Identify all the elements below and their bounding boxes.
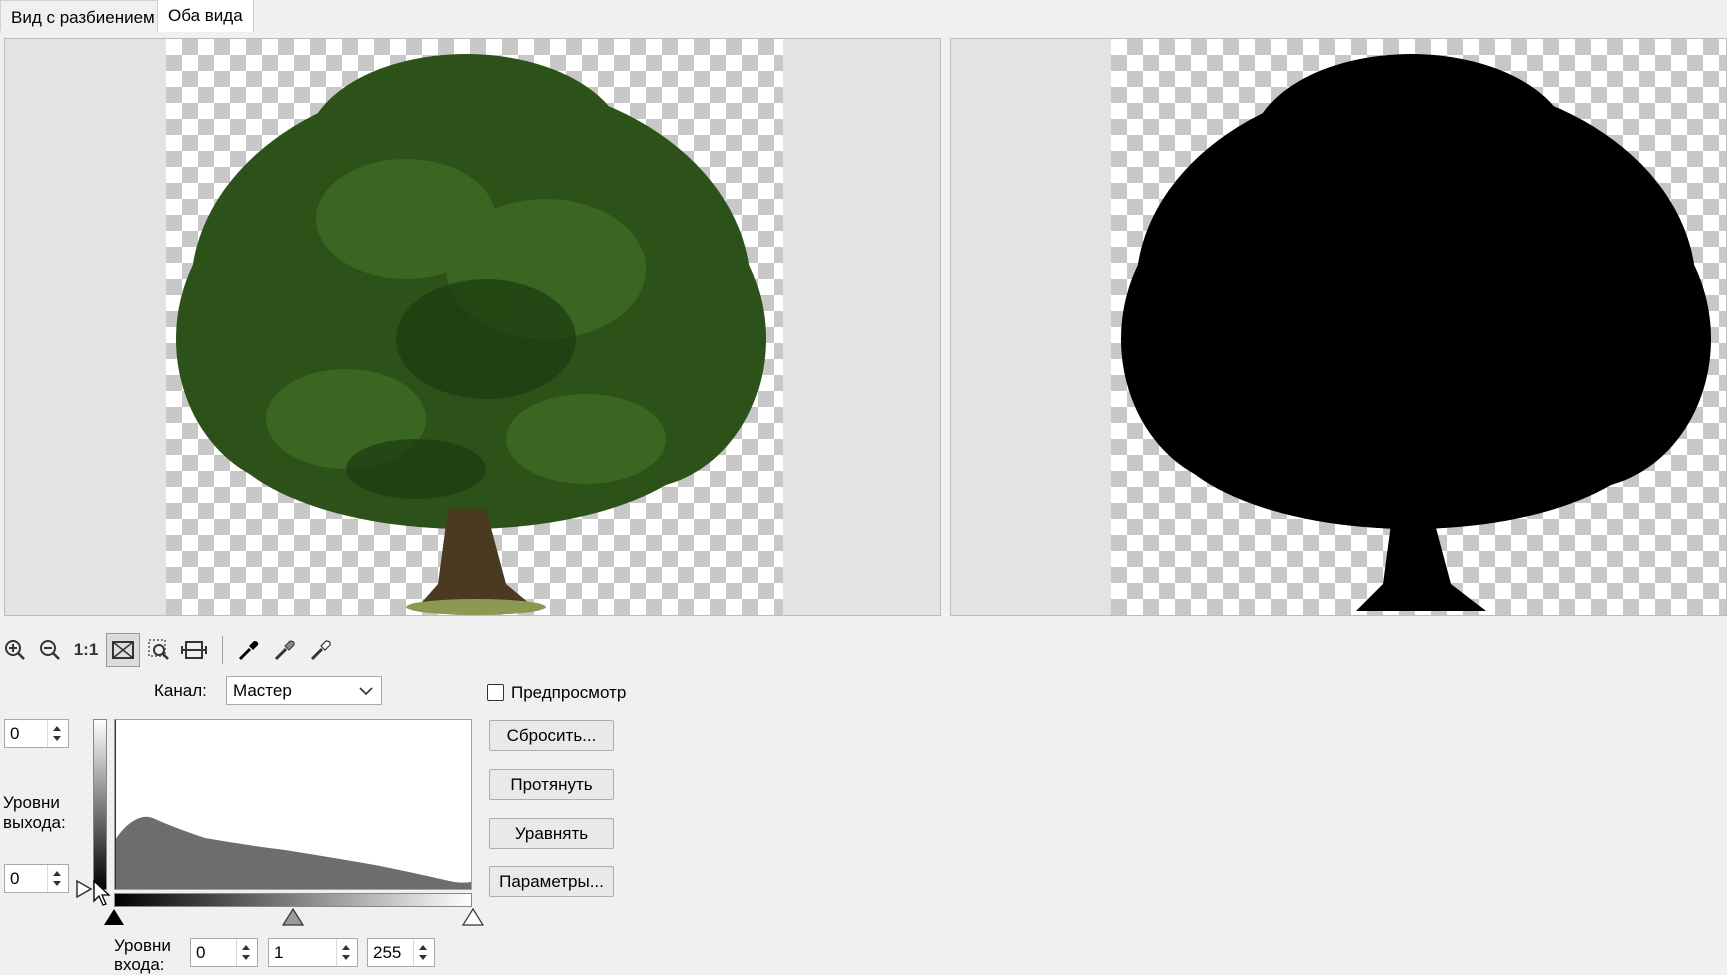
tab-both-views[interactable]: Оба вида: [157, 0, 254, 32]
params-button[interactable]: Параметры...: [489, 866, 614, 897]
input-levels-label-line1: Уровни: [114, 936, 171, 955]
spin-up-icon[interactable]: [242, 945, 250, 950]
input-levels-label-line2: входа:: [114, 955, 165, 974]
preview-label: Предпросмотр: [511, 683, 627, 702]
zoom-region-icon[interactable]: [144, 632, 174, 668]
input-gamma-value: 1: [274, 943, 284, 962]
output-levels-label-line1: Уровни: [3, 793, 60, 812]
channel-value: Мастер: [233, 681, 292, 700]
spin-down-icon[interactable]: [53, 736, 61, 741]
output-max-value: 0: [10, 724, 20, 743]
channel-label: Канал:: [154, 681, 207, 700]
tree-image: [176, 54, 766, 615]
stretch-button[interactable]: Протянуть: [489, 769, 614, 800]
input-black-slider[interactable]: [103, 908, 125, 926]
equalize-button[interactable]: Уравнять: [489, 818, 614, 849]
spin-down-icon[interactable]: [419, 955, 427, 960]
actual-size-icon[interactable]: 1:1: [71, 632, 101, 668]
input-white-slider[interactable]: [462, 908, 484, 926]
spin-up-icon[interactable]: [53, 871, 61, 876]
spin-down-icon[interactable]: [53, 881, 61, 886]
input-gamma-slider[interactable]: [282, 908, 304, 926]
spin-up-icon[interactable]: [53, 726, 61, 731]
channel-select[interactable]: Мастер: [226, 676, 382, 705]
toolbar-separator: [222, 636, 223, 664]
spin-down-icon[interactable]: [242, 955, 250, 960]
input-black-spinner[interactable]: 0: [190, 938, 258, 967]
reset-button[interactable]: Сбросить...: [489, 720, 614, 751]
input-white-spinner[interactable]: 255: [367, 938, 435, 967]
input-gamma-spinner[interactable]: 1: [268, 938, 358, 967]
spin-up-icon[interactable]: [419, 945, 427, 950]
mask-view-pane[interactable]: [950, 38, 1727, 616]
mouse-cursor-icon: [93, 880, 111, 906]
zoom-in-icon[interactable]: [0, 632, 30, 668]
tree-silhouette: [1121, 54, 1711, 611]
histogram-chart: [115, 720, 471, 889]
output-slider-handle[interactable]: [75, 879, 93, 899]
histogram: [114, 719, 472, 890]
spin-up-icon[interactable]: [342, 945, 350, 950]
white-eyedropper-icon[interactable]: [306, 632, 336, 668]
tab-split-view[interactable]: Вид с разбиением: [0, 0, 166, 31]
original-view-pane[interactable]: [4, 38, 941, 616]
gray-eyedropper-icon[interactable]: [270, 632, 300, 668]
input-white-value: 255: [373, 943, 402, 962]
output-levels-max-spinner[interactable]: 0: [4, 719, 69, 748]
fit-to-window-icon[interactable]: [106, 633, 140, 667]
output-levels-min-spinner[interactable]: 0: [4, 864, 69, 893]
preview-checkbox[interactable]: [487, 684, 504, 701]
fit-width-icon[interactable]: [179, 632, 209, 668]
spin-down-icon[interactable]: [342, 955, 350, 960]
output-min-value: 0: [10, 869, 20, 888]
output-gradient-bar: [93, 719, 107, 890]
zoom-out-icon[interactable]: [35, 632, 65, 668]
black-eyedropper-icon[interactable]: [234, 632, 264, 668]
input-black-value: 0: [196, 943, 206, 962]
output-levels-label-line2: выхода:: [3, 813, 66, 832]
chevron-down-icon: [359, 687, 373, 696]
input-gradient-bar: [114, 893, 472, 907]
